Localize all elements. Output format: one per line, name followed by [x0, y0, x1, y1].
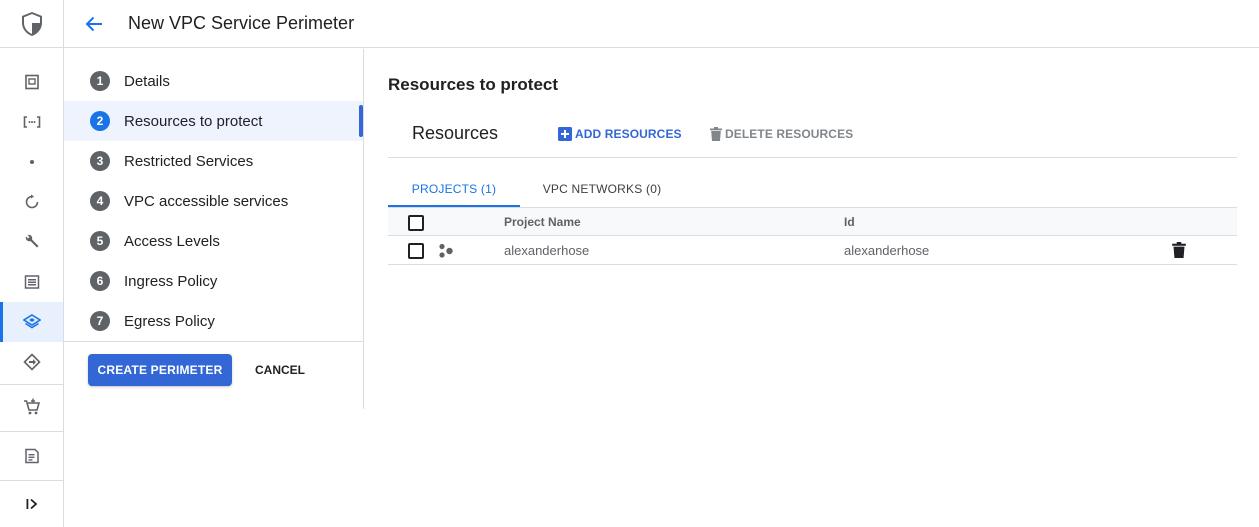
step-restricted-services[interactable]: 3 Restricted Services — [64, 141, 363, 181]
table-header: Project Name Id — [388, 207, 1237, 236]
rail-item-dashboard[interactable] — [0, 62, 63, 102]
rail-separator — [0, 431, 63, 432]
expand-icon — [26, 498, 37, 510]
code-brackets-icon — [23, 116, 40, 128]
wizard-steps-panel: 1 Details 2 Resources to protect 3 Restr… — [64, 49, 364, 409]
layers-icon — [22, 314, 41, 329]
step-label: VPC accessible services — [124, 192, 289, 210]
step-number: 3 — [90, 151, 110, 171]
add-resources-label: ADD RESOURCES — [575, 127, 682, 141]
step-number: 5 — [90, 231, 110, 251]
rail-item-dot[interactable] — [0, 142, 63, 182]
rail-expand-button[interactable] — [0, 484, 63, 524]
step-label: Egress Policy — [124, 312, 215, 330]
resources-heading: Resources — [412, 123, 499, 143]
section-title: Resources to protect — [388, 75, 559, 94]
cancel-button[interactable]: CANCEL — [244, 354, 316, 386]
rail-separator — [0, 384, 63, 385]
step-resources-to-protect[interactable]: 2 Resources to protect — [64, 101, 363, 141]
rail-item-release-notes[interactable] — [0, 436, 63, 476]
tab-vpc-networks[interactable]: VPC NETWORKS (0) — [530, 171, 674, 207]
wrench-icon — [25, 234, 38, 248]
security-shield-logo[interactable] — [0, 0, 63, 48]
dashboard-icon — [24, 74, 39, 90]
trash-icon — [710, 127, 722, 141]
page-header: New VPC Service Perimeter — [64, 0, 1259, 48]
column-header-project-name: Project Name — [504, 215, 581, 229]
resources-panel: Resources to protect Resources ADD RESOU… — [388, 49, 1238, 349]
notes-icon — [24, 448, 39, 464]
project-id-cell: alexanderhose — [844, 243, 930, 258]
step-label: Restricted Services — [124, 152, 254, 170]
step-number: 7 — [90, 311, 110, 331]
security-shield-icon — [21, 11, 42, 36]
rail-item-list[interactable] — [0, 262, 63, 302]
step-details[interactable]: 1 Details — [64, 61, 363, 101]
step-label: Details — [124, 72, 170, 90]
create-perimeter-button[interactable]: CREATE PERIMETER — [88, 354, 232, 386]
step-number: 6 — [90, 271, 110, 291]
cart-icon — [23, 398, 40, 415]
step-access-levels[interactable]: 5 Access Levels — [64, 221, 363, 261]
page-title: New VPC Service Perimeter — [128, 13, 355, 33]
tab-projects[interactable]: PROJECTS (1) — [388, 171, 520, 207]
rail-separator — [0, 480, 63, 481]
add-box-icon — [558, 127, 572, 141]
step-ingress-policy[interactable]: 6 Ingress Policy — [64, 261, 363, 301]
arrow-back-icon — [85, 16, 102, 32]
dot-icon — [29, 160, 34, 164]
step-label: Ingress Policy — [124, 272, 218, 290]
step-number: 2 — [90, 111, 110, 131]
diamond-arrow-icon — [22, 353, 41, 371]
step-egress-policy[interactable]: 7 Egress Policy — [64, 301, 363, 341]
refresh-icon — [25, 194, 38, 209]
left-nav-rail — [0, 0, 64, 527]
project-name-cell: alexanderhose — [504, 243, 590, 258]
back-button[interactable] — [80, 10, 108, 38]
rail-item-tools[interactable] — [0, 222, 63, 262]
resource-tabs: PROJECTS (1) VPC NETWORKS (0) — [388, 171, 1237, 207]
delete-resources-label: DELETE RESOURCES — [725, 127, 854, 141]
table-row: alexanderhose alexanderhose — [388, 236, 1237, 265]
delete-row-icon[interactable] — [1171, 242, 1187, 258]
rail-item-refresh[interactable] — [0, 182, 63, 222]
delete-resources-button[interactable]: DELETE RESOURCES — [710, 125, 853, 143]
project-icon — [439, 243, 453, 258]
rail-item-code[interactable] — [0, 102, 63, 142]
select-all-checkbox[interactable] — [408, 215, 424, 231]
step-vpc-accessible-services[interactable]: 4 VPC accessible services — [64, 181, 363, 221]
steps-divider — [64, 341, 363, 342]
rail-item-routes[interactable] — [0, 342, 63, 382]
step-label: Access Levels — [124, 232, 220, 250]
resources-divider — [388, 157, 1237, 158]
step-number: 4 — [90, 191, 110, 211]
list-icon — [24, 275, 39, 289]
step-number: 1 — [90, 71, 110, 91]
rail-item-marketplace[interactable] — [0, 387, 63, 427]
rail-item-vpc-service-controls[interactable] — [0, 302, 63, 342]
column-header-id: Id — [844, 215, 855, 229]
step-label: Resources to protect — [124, 112, 263, 130]
add-resources-button[interactable]: ADD RESOURCES — [558, 125, 682, 143]
row-checkbox[interactable] — [408, 243, 424, 259]
